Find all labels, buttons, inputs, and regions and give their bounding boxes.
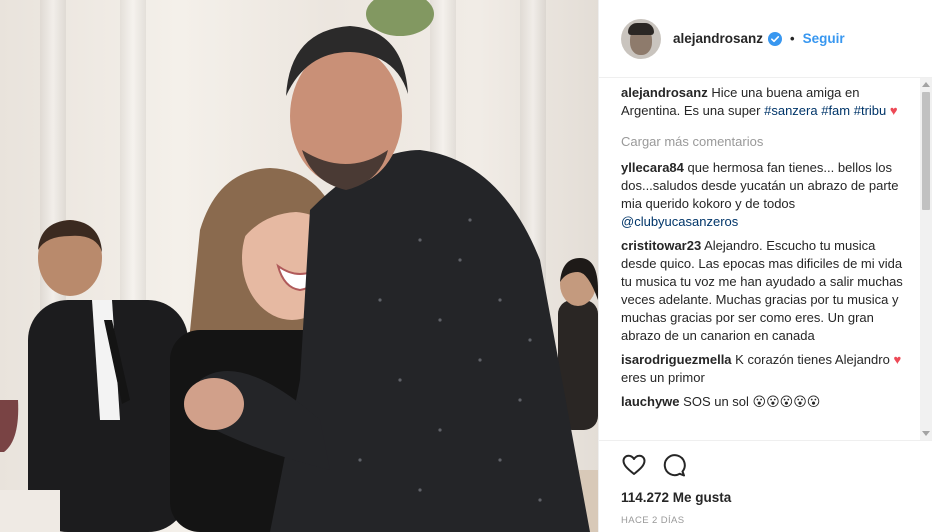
photo-scene [0,0,598,532]
comments-scrollbar[interactable] [920,78,932,440]
comment-text: SOS un sol [683,394,749,409]
comment-item: yllecara84 que hermosa fan tienes... bel… [621,159,909,231]
comment-username[interactable]: cristitowar23 [621,238,701,253]
caption: alejandrosanz Hice una buena amiga en Ar… [621,84,909,120]
comments-list[interactable]: alejandrosanz Hice una buena amiga en Ar… [599,78,921,440]
comment-item: lauchywe SOS un sol 😮😮😮😮😮 [621,393,909,411]
heart-emoji-icon: ♥ [889,103,898,118]
plant [366,0,434,36]
comment-item: cristitowar23 Alejandro. Escucho tu musi… [621,237,909,345]
surprised-emoji-icon: 😮😮😮😮😮 [752,394,821,409]
likes-count[interactable]: 114.272 Me gusta [621,490,932,505]
comment-username[interactable]: lauchywe [621,394,680,409]
mention-link[interactable]: @clubyucasanzeros [621,214,738,229]
speech-bubble-icon[interactable] [661,452,687,478]
post-header: alejandrosanz • Seguir [599,0,932,78]
author-username[interactable]: alejandrosanz [673,31,763,46]
comment-text: eres un primor [621,370,705,385]
follow-button[interactable]: Seguir [803,31,845,46]
load-more-comments[interactable]: Cargar más comentarios [621,134,909,149]
comment-text: K corazón tienes Alejandro [735,352,890,367]
comment-item: isarodriguezmella K corazón tienes Aleja… [621,351,909,387]
hashtag-link[interactable]: #fam [821,103,850,118]
scroll-down-arrow-icon[interactable] [922,431,930,436]
hashtag-link[interactable]: #tribu [854,103,887,118]
verified-badge-icon [768,31,783,46]
separator-dot: • [790,31,795,46]
comment-username[interactable]: yllecara84 [621,160,684,175]
post-actions: 114.272 Me gusta HACE 2 DÍAS [599,440,932,532]
avatar[interactable] [621,18,661,59]
heart-outline-icon[interactable] [621,452,647,478]
scrollbar-thumb[interactable] [922,92,930,210]
hashtag-link[interactable]: #sanzera [764,103,817,118]
heart-emoji-icon: ♥ [893,352,902,367]
background-man [0,220,188,532]
action-icons [621,452,932,478]
caption-username[interactable]: alejandrosanz [621,85,708,100]
comment-text: Alejandro. Escucho tu musica desde quico… [621,238,903,343]
post-timestamp[interactable]: HACE 2 DÍAS [621,515,932,526]
instagram-post: alejandrosanz • Seguir alejandrosanz Hic… [0,0,932,532]
wine-glass [0,400,19,452]
post-sidebar: alejandrosanz • Seguir alejandrosanz Hic… [598,0,932,532]
scroll-up-arrow-icon[interactable] [922,82,930,87]
comment-username[interactable]: isarodriguezmella [621,352,732,367]
post-photo[interactable] [0,0,598,532]
avatar-hair [628,22,654,35]
